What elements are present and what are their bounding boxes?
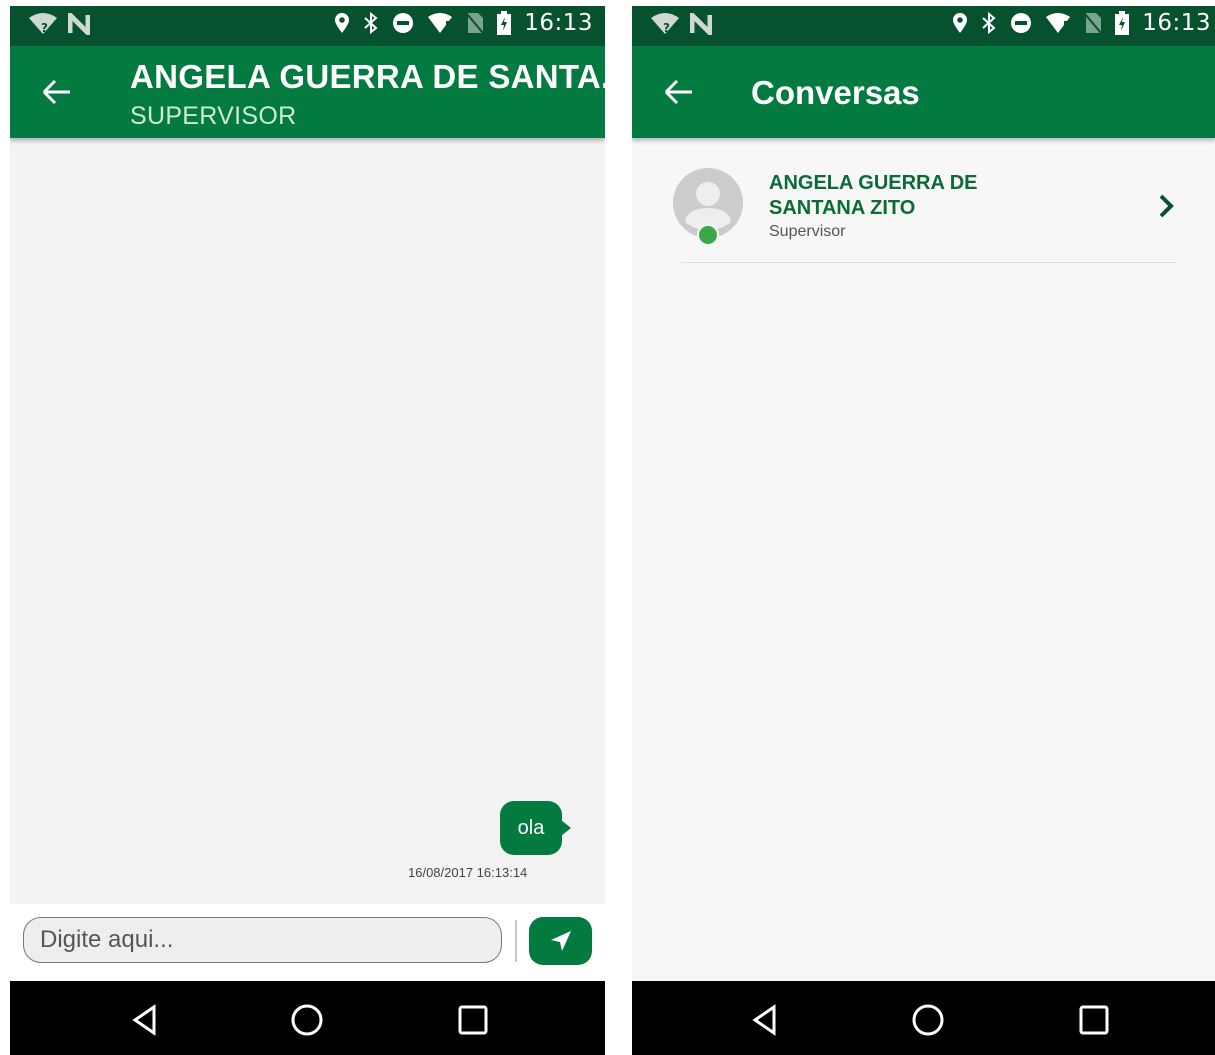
message-list[interactable]: ola 16/08/2017 16:13:14 (10, 138, 605, 904)
nav-back-button[interactable] (748, 1003, 782, 1037)
battery-charging-icon (1115, 11, 1130, 35)
location-icon (334, 12, 350, 34)
divider (681, 262, 1177, 263)
conversation-list: ANGELA GUERRA DE SANTANA ZITO Supervisor (632, 138, 1215, 981)
back-button[interactable] (36, 74, 76, 110)
battery-charging-icon (497, 11, 512, 35)
do-not-disturb-icon (1010, 12, 1032, 34)
svg-text:?: ? (41, 21, 48, 35)
no-sim-icon (1084, 12, 1102, 34)
nav-home-button[interactable] (290, 1003, 324, 1037)
status-time: 16:13 (524, 10, 593, 36)
conversations-screen: ? 16:13 Conversas ANGELA GUERRA DE SANTA… (632, 6, 1215, 1055)
conversation-item[interactable]: ANGELA GUERRA DE SANTANA ZITO Supervisor (632, 138, 1215, 262)
contact-role: Supervisor (769, 223, 846, 240)
nav-back-button[interactable] (128, 1003, 162, 1037)
compose-bar (10, 904, 605, 981)
back-button[interactable] (658, 74, 698, 110)
divider (515, 920, 517, 962)
message-bubble[interactable]: ola (500, 801, 571, 855)
circle-home-icon (912, 1004, 944, 1036)
status-time: 16:13 (1142, 10, 1211, 36)
system-nav-bar (10, 981, 605, 1055)
chat-title: ANGELA GUERRA DE SANTA... (130, 58, 605, 95)
chevron-right-icon (1156, 193, 1176, 219)
app-bar: Conversas (632, 46, 1215, 138)
chat-screen: ? 16:13 ANGELA GUERRA DE SANTA... SUPERV… (10, 6, 605, 1055)
system-nav-bar (632, 981, 1215, 1055)
message-text: ola (517, 816, 545, 839)
n-notification-icon (690, 13, 712, 35)
send-button[interactable] (529, 917, 592, 965)
status-bar: ? 16:13 (632, 6, 1215, 46)
n-notification-icon (68, 13, 90, 35)
do-not-disturb-icon (392, 12, 414, 34)
arrow-back-icon (42, 79, 70, 105)
nav-home-button[interactable] (911, 1003, 945, 1037)
square-recents-icon (458, 1005, 488, 1035)
svg-text:?: ? (663, 21, 670, 35)
triangle-back-icon (132, 1004, 156, 1036)
online-status-dot (697, 224, 719, 246)
status-bar: ? 16:13 (10, 6, 605, 46)
arrow-back-icon (664, 79, 692, 105)
contact-name: ANGELA GUERRA DE SANTANA ZITO (769, 172, 978, 219)
nav-recents-button[interactable] (1077, 1003, 1111, 1037)
chat-subtitle: SUPERVISOR (130, 102, 297, 130)
no-sim-icon (466, 12, 484, 34)
location-icon (952, 12, 968, 34)
send-icon (550, 931, 571, 951)
triangle-back-icon (752, 1004, 776, 1036)
message-timestamp: 16/08/2017 16:13:14 (408, 865, 528, 880)
wifi-question-icon: ? (650, 12, 680, 36)
nav-recents-button[interactable] (456, 1003, 490, 1037)
bluetooth-icon (981, 11, 997, 35)
wifi-question-icon: ? (28, 12, 58, 36)
wifi-alert-icon (1045, 12, 1071, 34)
app-bar: ANGELA GUERRA DE SANTA... SUPERVISOR (10, 46, 605, 138)
wifi-alert-icon (427, 12, 453, 34)
message-input[interactable] (23, 917, 502, 963)
circle-home-icon (291, 1004, 323, 1036)
bluetooth-icon (363, 11, 379, 35)
page-title: Conversas (751, 74, 920, 111)
square-recents-icon (1079, 1005, 1109, 1035)
